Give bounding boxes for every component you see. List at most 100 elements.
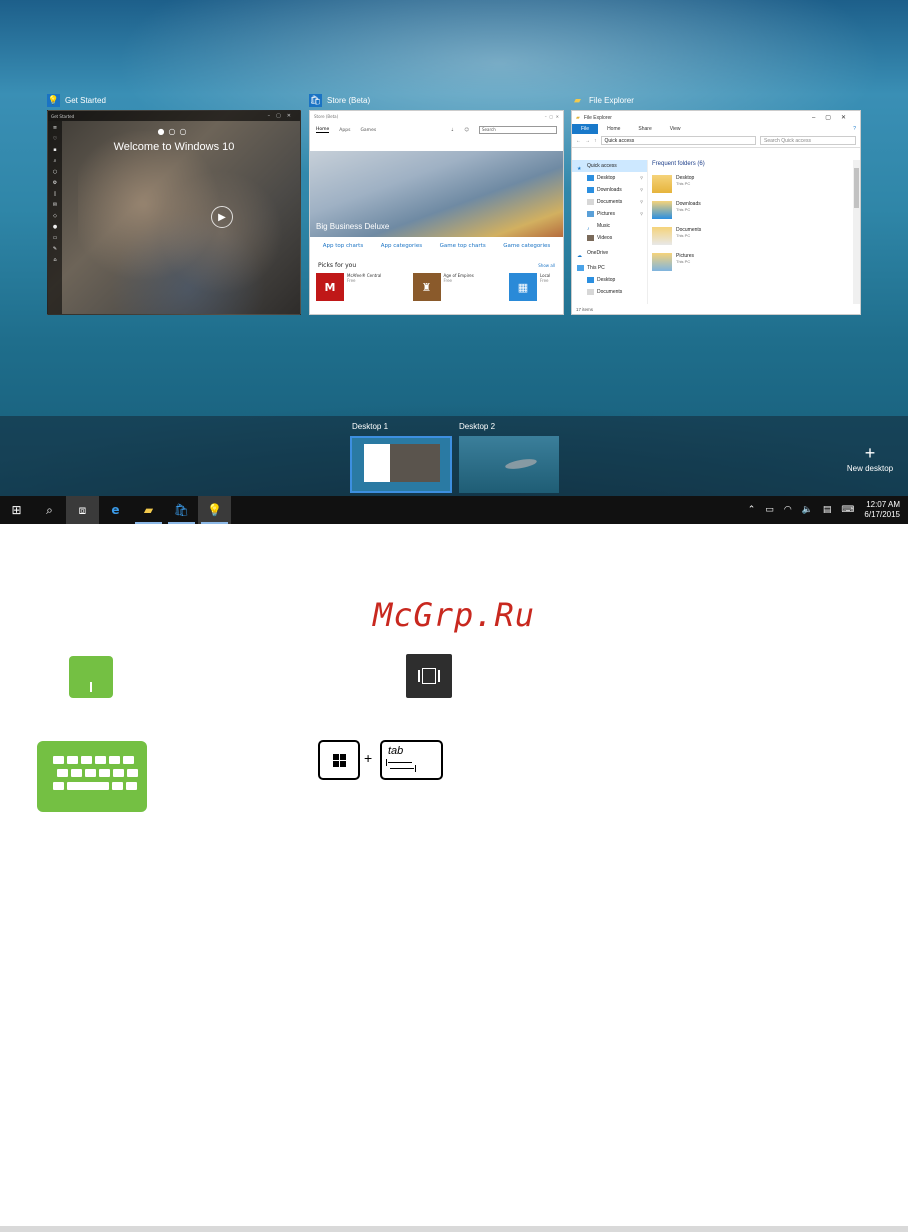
scrollbar-thumb[interactable] (854, 168, 859, 208)
tab-share[interactable]: Share (629, 124, 660, 134)
picks-heading: Picks for you (318, 262, 357, 269)
clock-time: 12:07 AM (866, 500, 900, 509)
help-icon[interactable]: ? (849, 124, 860, 134)
apps-icon: ◇ (53, 213, 57, 219)
folder-item[interactable]: Desktop This PC (652, 175, 852, 193)
wifi-icon[interactable]: ◠ (779, 505, 797, 515)
pictures-folder-icon (652, 253, 672, 271)
up-icon[interactable]: ↑ (594, 138, 597, 144)
nav-item[interactable]: Desktop ⚲ (577, 172, 647, 184)
task-view-icon[interactable]: ⧈ (66, 496, 99, 524)
window-label-store[interactable]: 🛍 Store (Beta) (309, 92, 370, 108)
desktop-icon (587, 277, 594, 283)
pen-icon: ✎ (52, 246, 58, 252)
computer-icon (577, 265, 584, 271)
nav-item[interactable]: Pictures ⚲ (577, 208, 647, 220)
app-card[interactable]: ▦ Local Free (509, 273, 557, 301)
frequent-folders-heading[interactable]: Frequent folders (6) (652, 161, 852, 167)
windows-logo-icon (333, 754, 346, 767)
link-game-categories[interactable]: Game categories (503, 243, 550, 249)
desktop-icon (587, 175, 594, 181)
desktop-1-thumbnail[interactable] (350, 436, 452, 493)
chevron-up-icon[interactable]: ⌃ (743, 505, 761, 515)
tab-file[interactable]: File (572, 124, 599, 134)
new-desktop-button[interactable]: + New desktop (838, 444, 902, 473)
pin-icon: ⚲ (640, 199, 643, 204)
taskbar: ⊞ ⌕ ⧈ e ▰ 🛍 💡 ⌃ ▭ ◠ 🔈 ▤ ⌨ 12:07 AM 6/17/… (0, 496, 908, 524)
forward-icon[interactable]: → (585, 138, 590, 144)
window-thumbnail-get-started[interactable]: Get Started –▢✕ ≡ ♡ ▪ ⌕ ○ ⚙ ▯ ✉ ◇ ● ▭ ✎ … (47, 110, 301, 315)
window-label-get-started[interactable]: 💡 Get Started (47, 92, 106, 108)
search-icon[interactable]: ⌕ (33, 496, 66, 524)
account-icon[interactable]: ☺ (464, 128, 469, 133)
folder-item[interactable]: Documents This PC (652, 227, 852, 245)
download-icon[interactable]: ⇣ (451, 128, 455, 133)
mini-window (390, 444, 440, 482)
documents-folder-icon (652, 227, 672, 245)
keyboard-icon[interactable]: ⌨ (836, 505, 859, 515)
start-icon[interactable]: ⊞ (0, 496, 33, 524)
window-thumbnail-store[interactable]: Store (Beta) – ▢ ✕ Home Apps Games ⇣ ☺ S… (309, 110, 564, 315)
store-icon[interactable]: 🛍 (165, 496, 198, 524)
search-input[interactable]: Search Quick access (760, 136, 856, 145)
edge-icon[interactable]: e (99, 496, 132, 524)
back-icon[interactable]: ← (576, 138, 581, 144)
window-thumbnail-file-explorer[interactable]: ▰ File Explorer –▢✕ File Home Share View… (571, 110, 861, 315)
get-started-icon[interactable]: 💡 (198, 496, 231, 524)
clock[interactable]: 12:07 AM 6/17/2015 (859, 500, 908, 520)
folder-item[interactable]: Pictures This PC (652, 253, 852, 271)
calendar-icon: ▦ (509, 273, 537, 301)
play-icon[interactable]: ▶ (211, 206, 233, 228)
nav-this-pc[interactable]: This PC (577, 262, 647, 274)
window-titlebar: ▰ File Explorer –▢✕ (576, 114, 856, 122)
nav-item[interactable]: Videos (577, 232, 647, 244)
tab-view[interactable]: View (661, 124, 690, 134)
store-search-input[interactable]: Search (479, 126, 557, 134)
nav-onedrive[interactable]: ☁ OneDrive (577, 247, 647, 259)
desktop-2-thumbnail[interactable] (459, 436, 559, 493)
welcome-heading: Welcome to Windows 10 (113, 141, 235, 153)
ribbon-tabs: File Home Share View ? (572, 124, 860, 134)
pin-icon: ⚲ (640, 211, 643, 216)
app-card[interactable]: ♜ Age of Empires Free (412, 273, 491, 301)
window-controls: –▢✕ (811, 115, 856, 121)
nav-item[interactable]: Downloads ⚲ (577, 184, 647, 196)
tab-games[interactable]: Games (360, 128, 376, 133)
folder-icon: ▰ (576, 114, 580, 121)
search-icon: ⌕ (53, 158, 57, 164)
nav-item[interactable]: Desktop (577, 274, 647, 286)
plus-sign: + (364, 750, 373, 766)
nav-quick-access[interactable]: ★ Quick access (572, 160, 647, 172)
tablet-icon: ▭ (52, 235, 58, 241)
action-center-icon[interactable]: ▤ (818, 505, 837, 515)
battery-icon[interactable]: ▭ (760, 505, 779, 515)
window-controls: – ▢ ✕ (544, 113, 559, 119)
tab-home[interactable]: Home (598, 124, 629, 134)
app-card[interactable]: M McAfee® Central Free (316, 273, 394, 301)
content-pane: Frequent folders (6) Desktop This PC Down… (652, 160, 852, 304)
touchpad-gesture-icon (69, 656, 113, 698)
system-tray: ⌃ ▭ ◠ 🔈 ▤ ⌨ 12:07 AM 6/17/2015 (743, 496, 908, 524)
tab-apps[interactable]: Apps (339, 128, 350, 133)
store-hero-banner[interactable]: Big Business Deluxe (310, 151, 563, 237)
downloads-folder-icon (652, 201, 672, 219)
window-label-file-explorer[interactable]: ▰ File Explorer (571, 92, 634, 108)
link-app-top-charts[interactable]: App top charts (323, 243, 363, 249)
lock-icon: ⌂ (53, 257, 57, 263)
file-explorer-icon[interactable]: ▰ (132, 496, 165, 524)
downloads-icon (587, 187, 594, 193)
show-all-link[interactable]: Show all (538, 263, 555, 268)
volume-icon[interactable]: 🔈 (797, 505, 818, 515)
scrollbar[interactable] (853, 160, 860, 304)
address-bar[interactable]: Quick access (600, 136, 756, 145)
nav-item[interactable]: Documents ⚲ (577, 196, 647, 208)
folder-item[interactable]: Downloads This PC (652, 201, 852, 219)
globe-icon: ● (52, 224, 58, 230)
nav-item[interactable]: Documents (577, 286, 647, 298)
link-game-top-charts[interactable]: Game top charts (440, 243, 486, 249)
tab-key-icon: tab (380, 740, 443, 780)
tab-home[interactable]: Home (316, 127, 330, 133)
nav-item[interactable]: ♪ Music (577, 220, 647, 232)
link-app-categories[interactable]: App categories (381, 243, 422, 249)
videos-icon (587, 235, 594, 241)
